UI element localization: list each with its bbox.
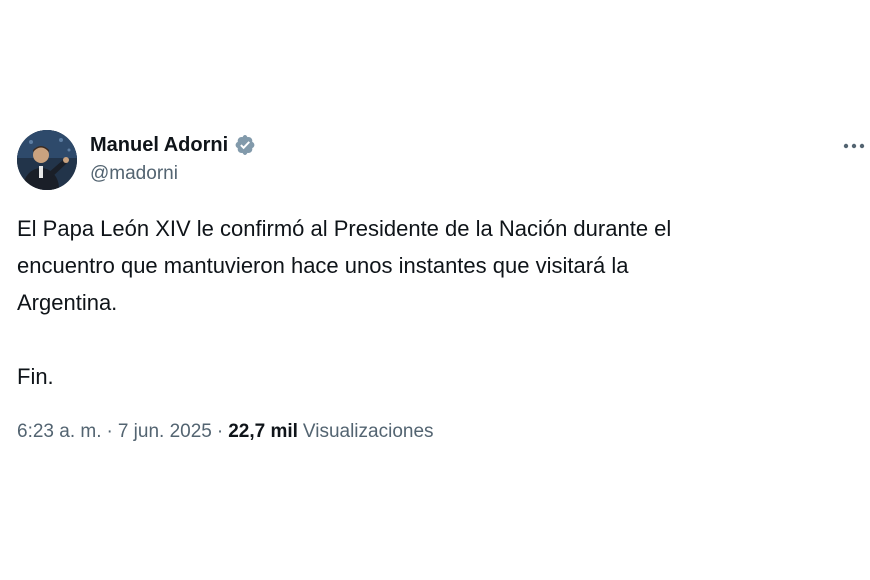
views-count: 22,7 mil (228, 421, 298, 442)
verified-badge-icon (234, 134, 256, 156)
views-label: Visualizaciones (302, 421, 434, 442)
tweet-meta: 6:23 a. m. · 7 jun. 2025 · 22,7 mil Visu… (17, 421, 434, 443)
tweet-time[interactable]: 6:23 a. m. (17, 421, 102, 443)
more-options-button[interactable] (836, 134, 870, 158)
tweet-date[interactable]: 7 jun. 2025 (118, 421, 212, 443)
author-display-name[interactable]: Manuel Adorni (90, 134, 228, 157)
tweet-text-closing: Fin. (17, 364, 54, 389)
more-horizontal-icon (843, 143, 865, 149)
author-handle[interactable]: @madorni (90, 163, 178, 185)
tweet-text-line: El Papa León XIV le confirmó al Presiden… (17, 216, 672, 241)
tweet-card: Manuel Adorni @madorni El Papa León XIV … (0, 0, 870, 580)
meta-separator: · (106, 421, 113, 442)
tweet-text: El Papa León XIV le confirmó al Presiden… (17, 210, 847, 395)
tweet-text-line: encuentro que mantuvieron hace unos inst… (17, 253, 629, 278)
tweet-text-line: Argentina. (17, 290, 118, 315)
meta-separator: · (216, 421, 224, 442)
author-name-row: Manuel Adorni (90, 132, 256, 158)
author-avatar[interactable] (17, 130, 77, 190)
user-avatar-icon (17, 130, 77, 190)
